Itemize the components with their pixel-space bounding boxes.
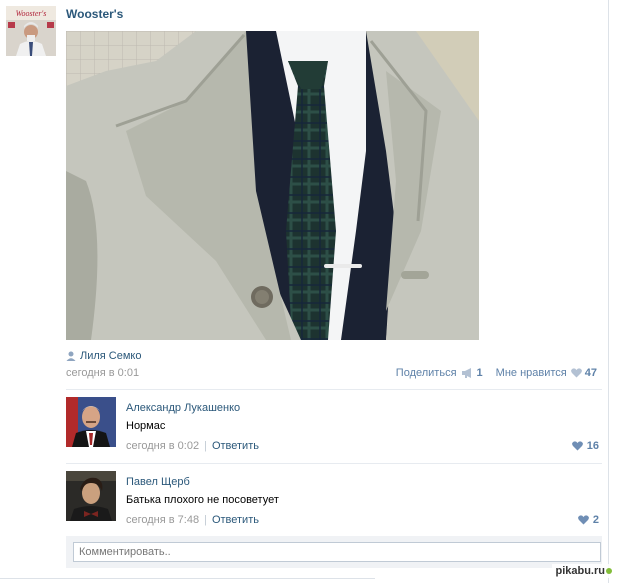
comment-author-link[interactable]: Павел Щерб bbox=[126, 476, 190, 488]
share-label: Поделиться bbox=[395, 367, 457, 379]
comment-input[interactable] bbox=[73, 542, 601, 562]
watermark-dot-icon bbox=[606, 568, 612, 574]
meta-divider: | bbox=[204, 514, 207, 526]
comment-like-count: 16 bbox=[586, 440, 599, 452]
share-count: 1 bbox=[476, 367, 483, 379]
comment-like-button[interactable]: 16 bbox=[571, 440, 599, 452]
comment-avatar[interactable] bbox=[66, 397, 116, 447]
share-button[interactable]: Поделиться 1 bbox=[396, 367, 483, 379]
author-avatar[interactable]: Wooster's bbox=[6, 6, 56, 56]
like-button[interactable]: Мне нравится 47 bbox=[496, 367, 597, 379]
watermark: pikabu.ru bbox=[552, 564, 615, 578]
comment-text: Батька плохого не посоветует bbox=[126, 494, 279, 506]
post-photo-image bbox=[66, 31, 479, 340]
post-actions: Поделиться 1 Мне нравится 47 bbox=[396, 367, 597, 379]
like-label: Мне нравится bbox=[495, 367, 567, 379]
meta-divider: | bbox=[204, 440, 207, 452]
post-date[interactable]: сегодня в 0:01 bbox=[66, 367, 139, 379]
comment-date[interactable]: сегодня в 7:48 bbox=[126, 514, 199, 526]
separator bbox=[66, 389, 602, 390]
reply-box bbox=[66, 536, 602, 568]
post-author-name[interactable]: Wooster's bbox=[66, 7, 123, 21]
comment-like-button[interactable]: 2 bbox=[577, 514, 599, 526]
post-signer: Лиля Семко bbox=[66, 349, 141, 363]
heart-icon bbox=[571, 441, 583, 451]
heart-icon bbox=[570, 368, 582, 378]
comment-avatar[interactable] bbox=[66, 471, 116, 521]
comment-text: Нормас bbox=[126, 420, 166, 432]
author-avatar-image: Wooster's bbox=[6, 6, 56, 56]
author-avatar-logo: Wooster's bbox=[16, 9, 47, 18]
separator bbox=[66, 463, 602, 464]
like-count: 47 bbox=[584, 367, 597, 379]
comment-meta: сегодня в 7:48 | Ответить bbox=[126, 514, 259, 526]
comment-like-count: 2 bbox=[592, 514, 599, 526]
comment-date[interactable]: сегодня в 0:02 bbox=[126, 440, 199, 452]
user-icon bbox=[66, 351, 76, 361]
comment-avatar-image bbox=[66, 471, 116, 521]
heart-icon bbox=[577, 515, 589, 525]
comment-author-link[interactable]: Александр Лукашенко bbox=[126, 402, 240, 414]
post-photo[interactable] bbox=[66, 31, 479, 340]
signer-name-link[interactable]: Лиля Семко bbox=[80, 350, 141, 362]
reply-link[interactable]: Ответить bbox=[212, 440, 259, 452]
page-right-border bbox=[608, 0, 609, 583]
megaphone-icon bbox=[461, 368, 471, 378]
comment-meta: сегодня в 0:02 | Ответить bbox=[126, 440, 259, 452]
watermark-text: pikabu.ru bbox=[555, 565, 605, 577]
page-bottom-line bbox=[0, 578, 375, 579]
reply-link[interactable]: Ответить bbox=[212, 514, 259, 526]
comment-avatar-image bbox=[66, 397, 116, 447]
